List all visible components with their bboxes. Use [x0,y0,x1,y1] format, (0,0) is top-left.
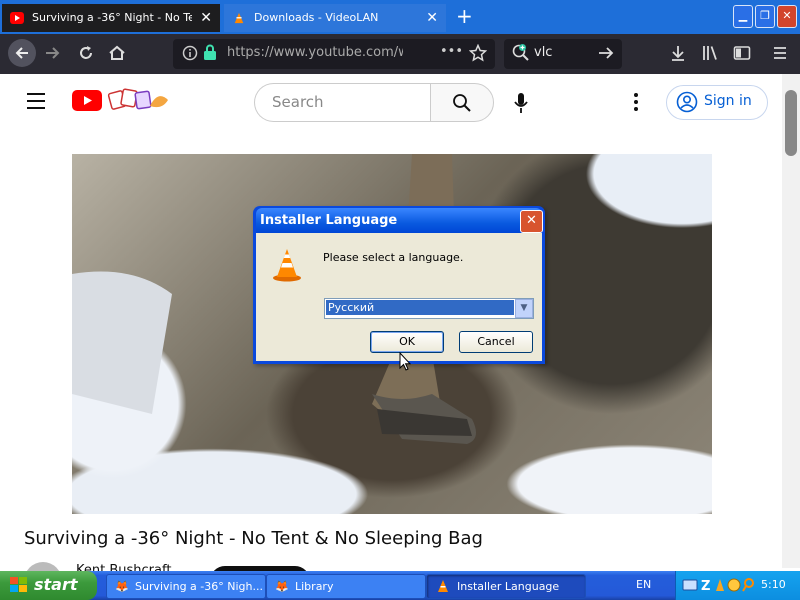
tray-icons[interactable]: Z [682,577,762,593]
windows-logo-icon [10,577,27,592]
back-arrow-icon [15,47,28,59]
firefox-icon: 🦊 [275,580,289,593]
microphone-icon[interactable] [513,92,529,114]
ok-button[interactable]: OK [370,331,444,353]
tab-title: Surviving a -36° Night - No Tent & [32,11,192,24]
lock-icon[interactable] [203,44,217,61]
firefox-icon: 🦊 [115,580,129,593]
menu-icon[interactable] [770,43,790,63]
search-go-arrow-icon[interactable] [597,44,615,62]
video-title: Surviving a -36° Night - No Tent & No Sl… [24,528,483,549]
window-minimize-button[interactable]: ▁ [733,5,753,28]
library-icon[interactable] [700,43,720,63]
tab-title: Downloads - VideoLAN [254,11,379,24]
back-button[interactable] [8,39,36,67]
taskbar-item-label: Library [295,580,334,593]
dialog-close-button[interactable]: ✕ [520,210,543,233]
vlc-cone-icon [234,12,244,24]
youtube-logo[interactable] [72,90,102,111]
search-icon [453,94,471,112]
youtube-search-placeholder: Search [272,93,324,111]
window-restore-button[interactable]: ❐ [755,5,775,28]
more-options-icon[interactable] [632,92,640,112]
window-close-button[interactable]: ✕ [777,5,797,28]
tab-videolan[interactable]: Downloads - VideoLAN ✕ [224,4,446,32]
url-text[interactable]: https://www.youtube.com/wat [227,45,403,60]
info-icon[interactable] [182,45,198,61]
dialog-message: Please select a language. [323,251,464,264]
hamburger-menu-icon[interactable] [26,92,46,110]
page-actions-button[interactable]: ••• [440,44,463,59]
scrollbar-thumb[interactable] [785,90,797,156]
language-indicator[interactable]: EN [636,578,651,591]
taskbar-item-label: Surviving a -36° Nigh... [135,580,263,593]
dropdown-arrow-icon[interactable]: ▼ [515,299,533,318]
search-engine-icon[interactable] [511,43,531,63]
sidebar-icon[interactable] [732,43,752,63]
new-tab-button[interactable]: + [456,4,473,28]
youtube-search-button[interactable] [430,83,494,122]
downloads-icon[interactable] [668,43,688,63]
start-label: start [34,575,78,594]
vlc-cone-icon [273,249,301,282]
taskbar-item-library[interactable]: 🦊 Library [266,574,426,599]
language-select-value[interactable]: Русский [326,300,514,315]
cancel-button[interactable]: Cancel [459,331,533,353]
reload-icon[interactable] [76,43,96,63]
bookmark-star-icon[interactable] [469,44,487,62]
tab-youtube[interactable]: Surviving a -36° Night - No Tent & ✕ [2,4,220,32]
vlc-cone-icon [438,580,448,592]
tab-close-icon[interactable]: ✕ [426,4,438,32]
youtube-icon [10,12,24,24]
doodle-logo-icon[interactable] [106,86,170,114]
account-icon [676,91,698,113]
sign-in-label: Sign in [704,93,752,109]
taskbar-item-installer[interactable]: Installer Language [426,574,586,599]
svg-text:Z: Z [701,579,710,593]
forward-arrow-icon[interactable] [42,43,62,63]
clock: 5:10 [761,578,786,591]
taskbar-item-label: Installer Language [457,580,560,593]
taskbar-item-firefox[interactable]: 🦊 Surviving a -36° Nigh... [106,574,266,599]
home-icon[interactable] [107,43,127,63]
search-input[interactable]: vlc [534,45,552,60]
dialog-title: Installer Language [260,213,398,228]
tab-close-icon[interactable]: ✕ [200,4,212,32]
mouse-cursor-icon [399,352,411,371]
